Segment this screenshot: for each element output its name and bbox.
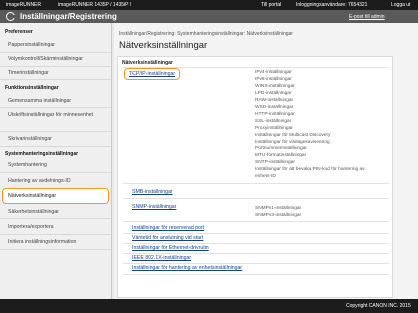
panel-divider (123, 221, 389, 222)
tcpip-desc-line: RAW-inställningar (255, 98, 294, 103)
sidebar-heading-function: Funktionsinställningar (5, 85, 59, 91)
sidebar-divider (0, 172, 111, 173)
page-header-title: Inställningar/Registrering (20, 12, 117, 21)
email-admin-link[interactable]: E-post till admin (349, 14, 385, 20)
snmp-settings-link[interactable]: SNMP-inställningar (132, 204, 176, 210)
tcpip-desc-line: SSL-inställningar (255, 119, 292, 124)
panel-divider (123, 198, 389, 199)
startup-wait-link[interactable]: Väntetid för anslutning vid start (132, 235, 203, 241)
tcpip-desc-line: SNTP-inställningar (255, 160, 295, 165)
settings-logo-icon (6, 12, 16, 21)
tcpip-desc-line: IPv6-inställningar (255, 77, 292, 82)
sidebar-divider (0, 146, 111, 147)
panel-divider (123, 183, 389, 184)
sidebar-item-common[interactable]: Gemensamma inställningar (8, 98, 108, 104)
tcpip-desc-line: IPv4-inställningar (255, 70, 292, 75)
ethernet-driver-link[interactable]: Inställningar för Ethernet-drivrutin (132, 245, 209, 251)
settings-panel: Nätverksinställningar TCP/IP-inställning… (117, 56, 393, 311)
sidebar-item-security[interactable]: Säkerhetsinställningar (8, 209, 108, 215)
sidebar-item-import-export[interactable]: Importera/exportera (8, 224, 108, 230)
sidebar-item-print-memory[interactable]: Utskriftsinställningar för minnesenhet (8, 111, 108, 119)
sidebar: Preferenser Pappersinställningar Volymko… (0, 23, 112, 299)
sidebar-item-printer[interactable]: Skrivarinställningar (8, 136, 108, 142)
copyright-text: Copyright CANON INC. 2015 (346, 303, 411, 309)
sidebar-divider (0, 234, 111, 235)
ieee-8021x-link[interactable]: IEEE 802.1X-inställningar (132, 255, 191, 261)
to-portal-link[interactable]: Till portal (261, 2, 281, 8)
sidebar-divider (0, 79, 111, 80)
sidebar-divider (0, 66, 111, 67)
sidebar-item-department-id[interactable]: Hantering av avdelnings-ID (8, 178, 108, 184)
sidebar-item-network-settings[interactable]: Nätverksinställningar (2, 188, 109, 204)
footer: Copyright CANON INC. 2015 (0, 299, 418, 313)
panel-divider (123, 263, 389, 264)
sidebar-item-system-management[interactable]: Systemhantering (8, 162, 108, 168)
tcpip-desc-line: Portnummerinställningar (255, 146, 307, 151)
snmp-desc-line: SNMPv1-inställningar (255, 206, 302, 211)
sidebar-heading-preferences: Preferenser (5, 29, 33, 35)
tcpip-desc-line: WINS-inställningar (255, 84, 295, 89)
tcpip-desc-line: HTTP-inställningar (255, 112, 295, 117)
logout-link[interactable]: Logga ut (391, 2, 410, 8)
logged-in-user: Inloggningsanvändare: 7654321 (296, 2, 368, 8)
tcpip-desc-line: enhets-ID (255, 174, 276, 179)
sidebar-divider (0, 52, 111, 53)
smb-settings-link[interactable]: SMB-inställningar (132, 189, 173, 195)
brand-name: imageRUNNER (6, 2, 42, 8)
tcpip-settings-link[interactable]: TCP/IP-inställningar (124, 68, 181, 80)
tcpip-desc-line: LPD-inställningar (255, 91, 292, 96)
sidebar-item-volume[interactable]: Volymkontroll/Skärminställningar (8, 56, 108, 62)
tcpip-desc-line: Proxyinställningar (255, 126, 293, 131)
top-bar: imageRUNNER imageRUNNER 1435P / 1435iP /… (0, 0, 418, 10)
snmp-desc-line: SNMPv3-inställningar (255, 213, 302, 218)
breadcrumb: Inställningar/Registrering: Systemhanter… (119, 31, 293, 37)
device-model: imageRUNNER 1435P / 1435iP / (58, 2, 132, 8)
sidebar-divider (0, 249, 111, 250)
sidebar-divider (0, 131, 111, 132)
main-content: Inställningar/Registrering: Systemhanter… (114, 23, 418, 311)
sidebar-item-paper[interactable]: Pappersinställningar (8, 42, 108, 48)
title-bar: Inställningar/Registrering E-post till a… (0, 10, 418, 23)
sidebar-item-timer[interactable]: Timerinställningar (8, 70, 108, 76)
panel-divider (123, 274, 389, 275)
panel-divider (123, 233, 389, 234)
tcpip-desc-line: WSD-inställningar (255, 105, 294, 110)
page-title: Nätverksinställningar (119, 40, 208, 51)
panel-divider (123, 243, 389, 244)
panel-heading: Nätverksinställningar (122, 60, 173, 66)
tcpip-desc-line: MTU-formatinställningar (255, 153, 307, 158)
tcpip-desc-line: Inställningar för att bevaka PIN-kod för… (255, 167, 365, 172)
tcpip-desc-line: Inställningar för Multicast Discovery (255, 133, 331, 138)
sidebar-divider (0, 218, 111, 219)
sidebar-item-initialize[interactable]: Initiera inställningsinformation (8, 239, 108, 245)
panel-divider (123, 253, 389, 254)
sidebar-divider (0, 107, 111, 108)
reserved-port-link[interactable]: Inställningar för reserverad port (132, 225, 204, 231)
device-settings-management-link[interactable]: Inställningar för hantering av enhetsins… (132, 265, 242, 271)
sidebar-heading-system: Systemhanteringsinställningar (5, 151, 79, 157)
tcpip-desc-line: Inställningar för vilolägesaviseering (255, 140, 330, 145)
